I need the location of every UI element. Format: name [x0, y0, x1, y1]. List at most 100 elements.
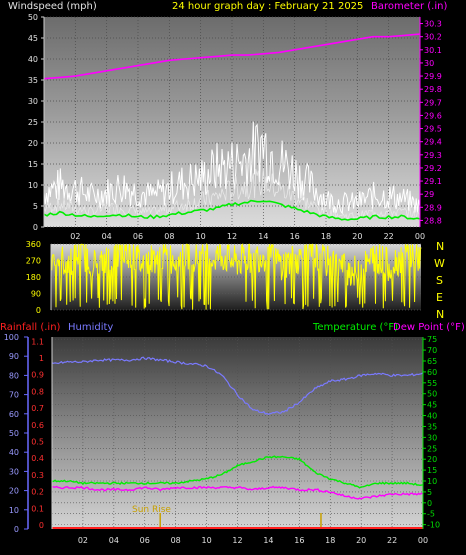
humidity-tick-label: 10 — [9, 506, 19, 515]
temperature-tick-label: 10 — [427, 477, 437, 486]
wind-tick-label: 20 — [28, 139, 38, 148]
temperature-tick-label: 55 — [427, 379, 437, 388]
barometer-tick-label: 29.3 — [424, 151, 442, 160]
temp-x-tick-label: 00 — [418, 536, 428, 545]
compass-e: E — [436, 291, 443, 304]
humidity-tick-label: 60 — [9, 410, 19, 419]
temperature-tick-label: 40 — [427, 412, 437, 421]
direction-tick-label: 0 — [36, 306, 41, 315]
rainfall-tick-label: 0.8 — [31, 387, 44, 396]
temperature-tick-label: 25 — [427, 444, 437, 453]
temperature-tick-label: 60 — [427, 368, 437, 377]
temp-x-tick-label: 16 — [294, 536, 304, 545]
dewpoint-label: Dew Point (°F) — [393, 322, 465, 333]
temp-x-tick-label: 04 — [109, 536, 119, 545]
temperature-tick-label: 65 — [427, 357, 437, 366]
wind-tick-label: 50 — [28, 13, 38, 22]
humidity-tick-label: 50 — [9, 429, 19, 438]
wind-tick-label: 5 — [33, 202, 38, 211]
wind-x-tick-label: 20 — [352, 232, 362, 241]
barometer-tick-label: 29.2 — [424, 164, 442, 173]
rainfall-tick-label: 0.6 — [31, 421, 44, 430]
wind-x-tick-label: 16 — [290, 232, 300, 241]
temperature-tick-label: 70 — [427, 346, 437, 355]
direction-tick-label: 360 — [26, 240, 41, 249]
rainfall-tick-label: 0.4 — [31, 454, 44, 463]
wind-tick-label: 0 — [33, 223, 38, 232]
barometer-tick-label: 29.8 — [424, 85, 442, 94]
wind-x-tick-label: 22 — [384, 232, 394, 241]
barometer-tick-label: 29.4 — [424, 138, 442, 147]
humidity-tick-label: 20 — [9, 487, 19, 496]
compass-s: S — [436, 274, 443, 287]
rainfall-tick-label: 0.5 — [31, 438, 44, 447]
direction-tick-label: 180 — [26, 273, 41, 282]
barometer-tick-label: 30 — [424, 59, 434, 68]
humidity-tick-label: 80 — [9, 371, 19, 380]
wind-tick-label: 10 — [28, 181, 38, 190]
temperature-tick-label: 75 — [427, 335, 437, 344]
wind-tick-label: 30 — [28, 97, 38, 106]
wind-x-tick-label: 12 — [227, 232, 237, 241]
compass-w: W — [434, 257, 445, 270]
direction-tick-label: 270 — [26, 257, 41, 266]
barometer-tick-label: 29.7 — [424, 98, 442, 107]
humidity-tick-label: 0 — [14, 525, 19, 534]
rainfall-tick-label: 0.9 — [31, 371, 44, 380]
rainfall-tick-label: 0.3 — [31, 471, 44, 480]
humidity-tick-label: 30 — [9, 467, 19, 476]
wind-x-tick-label: 04 — [102, 232, 112, 241]
temp-x-tick-label: 06 — [140, 536, 150, 545]
rainfall-tick-label: 0.2 — [31, 488, 44, 497]
temperature-tick-label: 45 — [427, 401, 437, 410]
barometer-tick-label: 30.2 — [424, 33, 442, 42]
humidity-tick-label: 40 — [9, 448, 19, 457]
wind-tick-label: 40 — [28, 55, 38, 64]
temperature-tick-label: 5 — [427, 488, 432, 497]
temperature-tick-label: 20 — [427, 455, 437, 464]
chart-title: 24 hour graph day : February 21 2025 — [172, 1, 363, 12]
barometer-tick-label: 28.9 — [424, 203, 442, 212]
temp-x-tick-label: 22 — [387, 536, 397, 545]
wind-tick-label: 35 — [28, 76, 38, 85]
temperature-tick-label: -5 — [427, 510, 435, 519]
weather-chart: Windspeed (mph) 24 hour graph day : Febr… — [0, 1, 465, 545]
rainfall-tick-label: 1.1 — [31, 337, 44, 346]
temp-x-tick-label: 18 — [325, 536, 335, 545]
temp-x-tick-label: 14 — [263, 536, 273, 545]
wind-tick-label: 25 — [28, 118, 38, 127]
temp-x-tick-label: 12 — [232, 536, 242, 545]
temperature-tick-label: 0 — [427, 499, 432, 508]
temperature-tick-label: 30 — [427, 433, 437, 442]
rainfall-tick-label: 1 — [39, 354, 44, 363]
humidity-label: Humidity — [68, 322, 113, 333]
direction-tick-label: 90 — [31, 290, 41, 299]
rainfall-tick-label: 0.7 — [31, 404, 44, 413]
wind-x-tick-label: 10 — [196, 232, 206, 241]
humidity-tick-label: 70 — [9, 391, 19, 400]
temp-x-tick-label: 02 — [78, 536, 88, 545]
rainfall-tick-label: 0 — [39, 521, 44, 530]
temp-x-tick-label: 08 — [171, 536, 181, 545]
sun-rise-label: Sun Rise — [132, 505, 171, 515]
rainfall-label: Rainfall (.in) — [0, 322, 61, 333]
barometer-tick-label: 29.1 — [424, 177, 442, 186]
barometer-tick-label: 29.5 — [424, 125, 442, 134]
temp-x-tick-label: 20 — [356, 536, 366, 545]
temperature-label: Temperature (°F) — [312, 322, 398, 333]
rainfall-tick-label: 0.1 — [31, 504, 44, 513]
barometer-label: Barometer (.in) — [371, 1, 447, 12]
wind-x-tick-label: 06 — [133, 232, 143, 241]
temperature-tick-label: 35 — [427, 422, 437, 431]
barometer-tick-label: 29 — [424, 190, 434, 199]
temperature-tick-label: 15 — [427, 466, 437, 475]
temperature-tick-label: 50 — [427, 390, 437, 399]
barometer-tick-label: 29.9 — [424, 72, 442, 81]
wind-x-tick-label: 08 — [164, 232, 174, 241]
barometer-tick-label: 29.6 — [424, 111, 442, 120]
humidity-tick-label: 100 — [4, 333, 19, 342]
barometer-tick-label: 30.3 — [424, 20, 442, 29]
wind-tick-label: 15 — [28, 160, 38, 169]
temperature-tick-label: -10 — [427, 521, 440, 530]
temp-x-tick-label: 10 — [201, 536, 211, 545]
